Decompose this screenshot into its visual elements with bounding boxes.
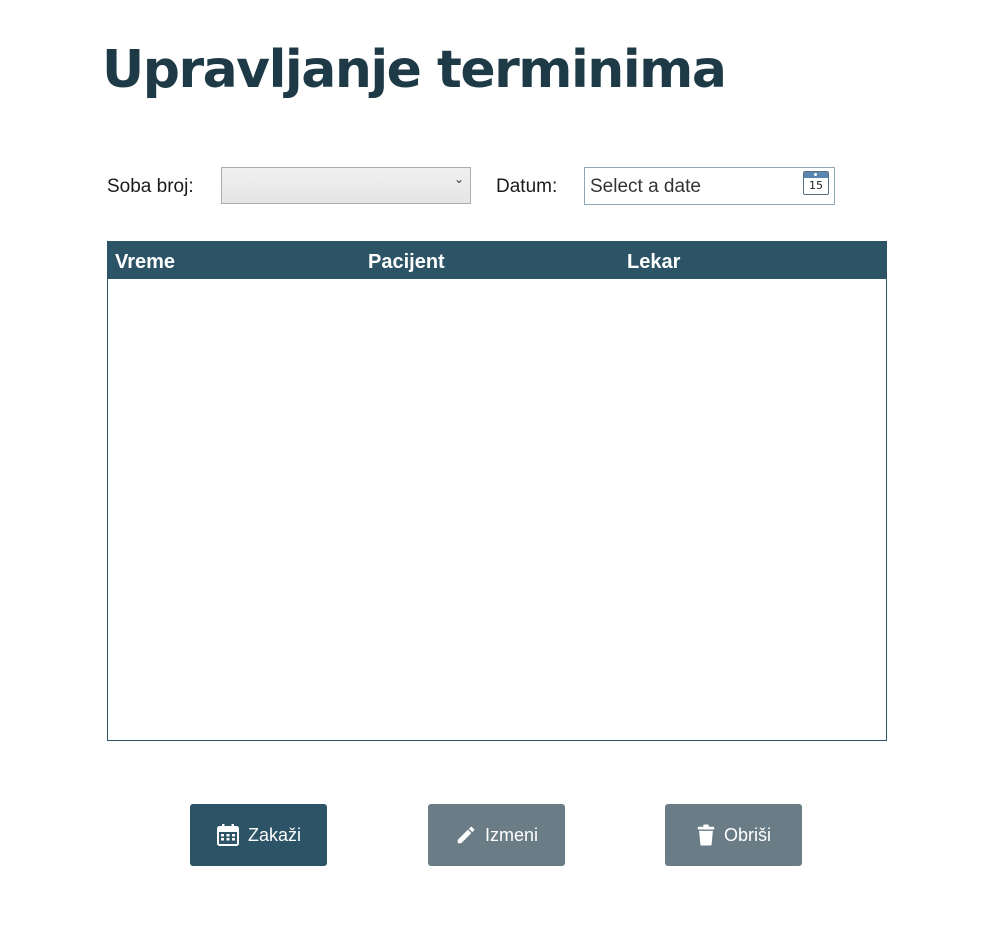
appointments-table[interactable]: Vreme Pacijent Lekar: [107, 241, 887, 741]
calendar-icon[interactable]: 15: [803, 171, 829, 195]
date-picker-placeholder: Select a date: [590, 176, 701, 197]
column-header-time[interactable]: Vreme: [115, 242, 175, 282]
schedule-button[interactable]: Zakaži: [190, 804, 327, 866]
column-header-doctor[interactable]: Lekar: [627, 242, 680, 282]
table-header: Vreme Pacijent Lekar: [108, 242, 886, 279]
delete-button-label: Obriši: [723, 824, 771, 845]
date-label: Datum:: [496, 176, 558, 197]
pencil-icon: [457, 826, 475, 844]
chevron-down-icon: ⌄: [453, 172, 464, 186]
column-header-patient[interactable]: Pacijent: [368, 242, 445, 282]
trash-icon: [697, 824, 715, 846]
calendar-icon-ring: [814, 173, 817, 176]
calendar-icon: [216, 824, 239, 846]
date-picker[interactable]: Select a date 15: [584, 167, 835, 205]
edit-button-label: Izmeni: [484, 824, 538, 845]
page-title: Upravljanje terminima: [102, 40, 727, 100]
room-number-dropdown[interactable]: ⌄: [221, 167, 471, 204]
edit-button[interactable]: Izmeni: [428, 804, 565, 866]
delete-button[interactable]: Obriši: [665, 804, 802, 866]
schedule-button-label: Zakaži: [247, 824, 301, 845]
calendar-icon-day: 15: [809, 179, 823, 192]
room-number-label: Soba broj:: [107, 176, 194, 197]
